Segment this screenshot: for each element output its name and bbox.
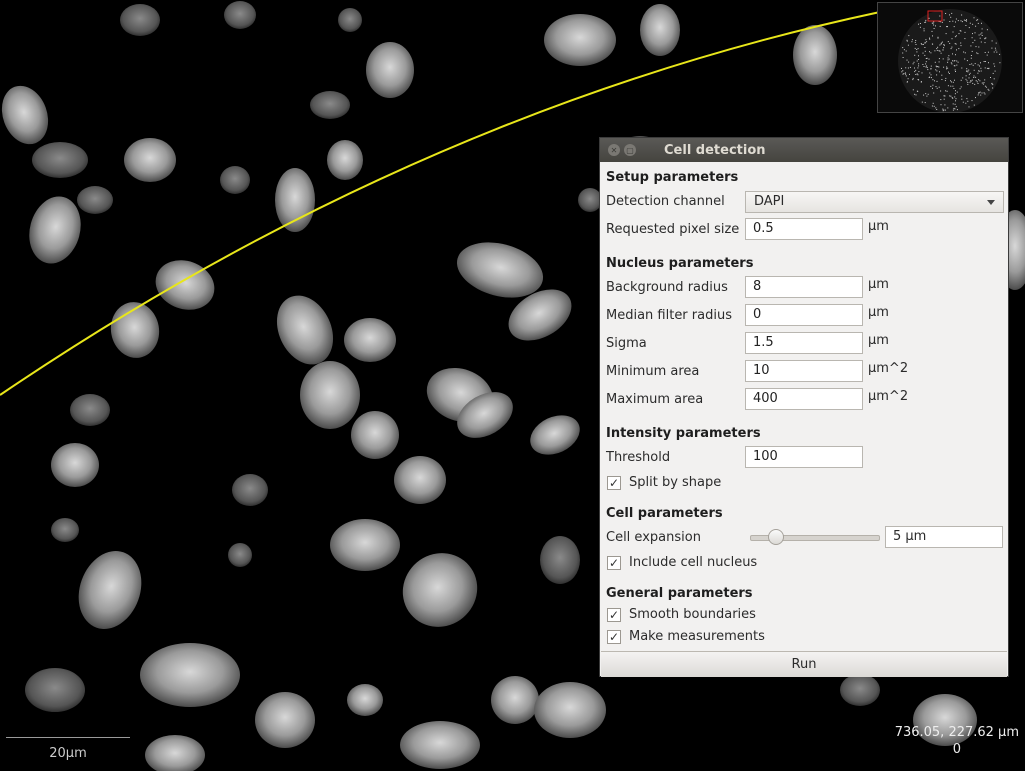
pixel-size-input[interactable]: 0.5: [745, 218, 863, 240]
cell-detection-dialog: ✕ ▢ Cell detection Setup parameters Dete…: [599, 137, 1009, 677]
maximum-area-input[interactable]: 400: [745, 388, 863, 410]
cell-nucleus: [276, 295, 334, 365]
cell-nucleus: [51, 443, 99, 487]
cell-nucleus: [327, 140, 363, 180]
channel-value-readout: 0: [952, 742, 961, 757]
cell-nucleus: [544, 14, 616, 66]
make-measurements-checkbox[interactable]: ✓: [607, 630, 621, 644]
background-radius-unit: µm: [868, 277, 889, 292]
background-radius-label: Background radius: [606, 280, 728, 295]
cell-nucleus: [366, 42, 414, 98]
coordinates-readout: 736.05, 227.62 µm: [894, 725, 1019, 740]
median-filter-unit: µm: [868, 305, 889, 320]
cell-expansion-label: Cell expansion: [606, 530, 701, 545]
cell-nucleus: [351, 411, 399, 459]
setup-parameters-heading: Setup parameters: [606, 170, 739, 185]
cell-nucleus: [255, 692, 315, 748]
smooth-boundaries-checkbox[interactable]: ✓: [607, 608, 621, 622]
dialog-titlebar[interactable]: ✕ ▢ Cell detection: [600, 138, 1008, 162]
cell-nucleus: [120, 4, 160, 36]
cell-nucleus: [145, 735, 205, 771]
intensity-parameters-heading: Intensity parameters: [606, 426, 761, 441]
split-by-shape-checkbox[interactable]: ✓: [607, 476, 621, 490]
cell-nucleus: [77, 186, 113, 214]
maximum-area-label: Maximum area: [606, 392, 704, 407]
threshold-input[interactable]: 100: [745, 446, 863, 468]
cursor-coordinates: 736.05, 227.62 µm 0: [895, 724, 1019, 758]
cell-parameters-heading: Cell parameters: [606, 506, 723, 521]
cell-nucleus: [394, 456, 446, 504]
cell-nucleus: [491, 676, 539, 724]
cell-nucleus: [1, 85, 49, 145]
cell-nucleus: [155, 260, 215, 310]
cell-nucleus: [347, 684, 383, 716]
pixel-size-unit: µm: [868, 219, 889, 234]
cell-nucleus: [25, 668, 85, 712]
cell-nucleus: [540, 536, 580, 584]
sigma-input[interactable]: 1.5: [745, 332, 863, 354]
cell-nucleus: [220, 166, 250, 194]
maximize-icon[interactable]: ▢: [624, 144, 636, 156]
make-measurements-label: Make measurements: [629, 629, 765, 644]
minimum-area-label: Minimum area: [606, 364, 700, 379]
minimum-area-input[interactable]: 10: [745, 360, 863, 382]
cell-nucleus: [640, 4, 680, 56]
cell-nucleus: [232, 474, 268, 506]
pixel-size-label: Requested pixel size: [606, 222, 740, 237]
cell-nucleus: [78, 551, 142, 629]
cell-nucleus: [402, 553, 478, 627]
split-by-shape-label: Split by shape: [629, 475, 722, 490]
cell-nucleus: [840, 674, 880, 706]
cell-nucleus: [344, 318, 396, 362]
cell-nucleus: [124, 138, 176, 182]
cell-nucleus: [534, 682, 606, 738]
sigma-label: Sigma: [606, 336, 647, 351]
scale-bar: [6, 737, 130, 741]
detection-channel-select[interactable]: DAPI: [745, 191, 1004, 213]
cell-nucleus: [300, 361, 360, 429]
cell-nucleus: [330, 519, 400, 571]
detection-channel-value: DAPI: [754, 194, 785, 209]
run-button[interactable]: Run: [601, 651, 1007, 677]
cell-nucleus: [400, 721, 480, 769]
overview-thumbnail[interactable]: [877, 2, 1023, 113]
background-radius-input[interactable]: 8: [745, 276, 863, 298]
sigma-unit: µm: [868, 333, 889, 348]
cell-nucleus: [310, 91, 350, 119]
cell-expansion-input[interactable]: 5 µm: [885, 526, 1003, 548]
general-parameters-heading: General parameters: [606, 586, 753, 601]
cell-expansion-slider-thumb[interactable]: [768, 529, 784, 545]
close-icon[interactable]: ✕: [608, 144, 620, 156]
nucleus-parameters-heading: Nucleus parameters: [606, 256, 754, 271]
median-filter-input[interactable]: 0: [745, 304, 863, 326]
cell-nucleus: [70, 394, 110, 426]
cell-nucleus: [530, 415, 580, 455]
chevron-down-icon: [987, 200, 995, 205]
include-cell-nucleus-checkbox[interactable]: ✓: [607, 556, 621, 570]
minimum-area-unit: µm^2: [868, 361, 909, 376]
cell-nucleus: [275, 168, 315, 232]
cell-nucleus: [793, 25, 837, 85]
smooth-boundaries-label: Smooth boundaries: [629, 607, 756, 622]
include-cell-nucleus-label: Include cell nucleus: [629, 555, 758, 570]
cell-nucleus: [224, 1, 256, 29]
cell-nucleus: [338, 8, 362, 32]
dialog-title: Cell detection: [664, 142, 766, 158]
median-filter-label: Median filter radius: [606, 308, 732, 323]
cell-nucleus: [228, 543, 252, 567]
maximum-area-unit: µm^2: [868, 389, 909, 404]
cell-nucleus: [140, 643, 240, 707]
cell-nucleus: [51, 518, 79, 542]
detection-channel-label: Detection channel: [606, 194, 725, 209]
threshold-label: Threshold: [606, 450, 671, 465]
scale-bar-label: 20µm: [49, 746, 87, 761]
cell-nucleus: [32, 142, 88, 178]
